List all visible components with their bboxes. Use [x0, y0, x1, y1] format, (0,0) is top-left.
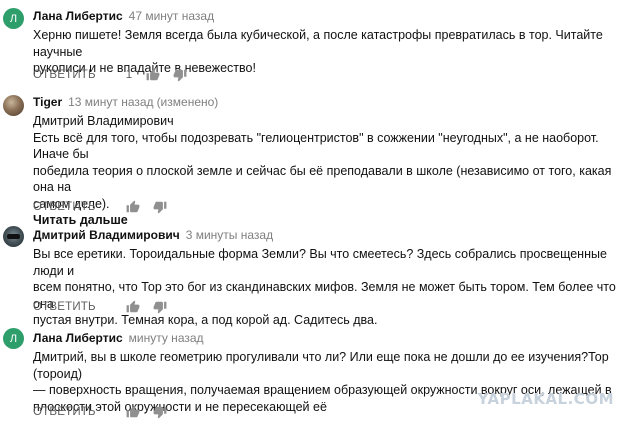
reply-button[interactable]: ОТВЕТИТЬ — [33, 69, 96, 81]
comment-author[interactable]: Дмитрий Владимирович — [33, 228, 180, 242]
thumb-up-icon[interactable] — [146, 68, 160, 82]
comment-time[interactable]: минуту назад — [129, 331, 204, 345]
thumb-down-icon[interactable] — [153, 300, 167, 314]
avatar-letter: Л — [9, 332, 18, 345]
edited-label: (изменено) — [156, 95, 219, 109]
comment-text: Дмитрий Владимирович Есть всё для того, … — [33, 114, 612, 211]
thumb-up-icon[interactable] — [126, 300, 140, 314]
avatar[interactable] — [3, 226, 24, 247]
reply-button[interactable]: ОТВЕТИТЬ — [33, 201, 96, 213]
avatar-letter: Л — [9, 12, 18, 25]
comment-author[interactable]: Tiger — [33, 95, 62, 109]
thumb-up-icon[interactable] — [126, 200, 140, 214]
thumb-down-icon[interactable] — [153, 405, 167, 419]
comment-time[interactable]: 47 минут назад — [129, 9, 214, 23]
comment-text: Вы все еретики. Тороидальные форма Земли… — [33, 247, 616, 327]
thumb-down-icon[interactable] — [173, 68, 187, 82]
like-count: 1 — [125, 69, 133, 81]
comment-author[interactable]: Лана Либертис — [33, 331, 123, 345]
reply-button[interactable]: ОТВЕТИТЬ — [33, 406, 96, 418]
comment-author[interactable]: Лана Либертис — [33, 9, 123, 23]
comment-time[interactable]: 13 минут назад — [68, 95, 153, 109]
reply-button[interactable]: ОТВЕТИТЬ — [33, 301, 96, 313]
comment-time[interactable]: 3 минуты назад — [186, 228, 273, 242]
avatar[interactable] — [3, 95, 24, 116]
thumb-down-icon[interactable] — [153, 200, 167, 214]
avatar[interactable]: Л — [3, 328, 24, 349]
watermark: YAPLAKAL.COM — [477, 390, 614, 408]
thumb-up-icon[interactable] — [126, 405, 140, 419]
avatar[interactable]: Л — [3, 8, 24, 29]
